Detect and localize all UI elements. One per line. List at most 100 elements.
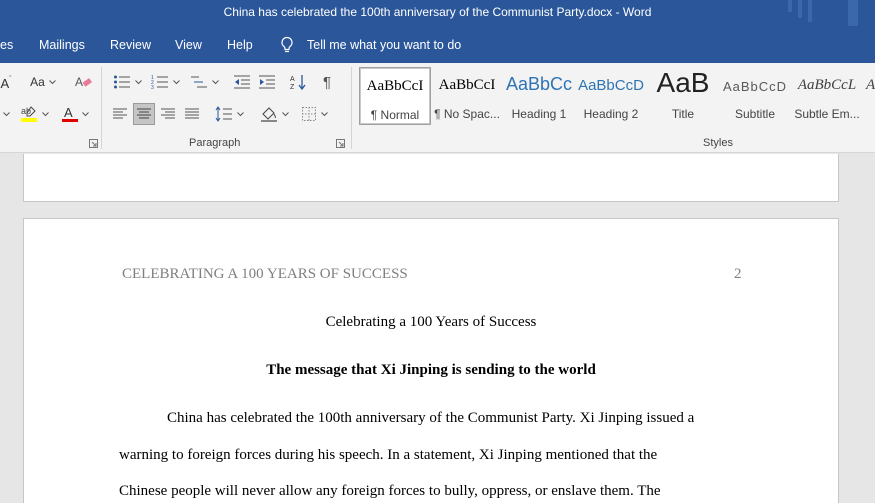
style-name: Heading 1 [511,107,567,121]
bullet-list-icon [113,75,130,89]
tab-review[interactable]: Review [110,38,151,52]
decrease-indent-icon [234,75,250,89]
titlebar-decoration [808,0,812,22]
word-window: China has celebrated the 100th anniversa… [0,0,875,503]
ribbon-tabs: es Mailings Review View Help Tell me wha… [0,26,875,63]
chevron-down-icon [211,79,219,84]
numbering-button[interactable]: 1 2 3 [149,71,181,93]
style-preview: AaBbCc [505,74,573,94]
font-dropdown-arrow[interactable] [0,103,12,125]
svg-text:3: 3 [151,85,154,90]
svg-text:Z: Z [290,84,295,91]
document-title[interactable]: Celebrating a 100 Years of Success [0,314,862,331]
grow-font-button[interactable]: Aˆ [0,72,12,94]
svg-text:A: A [64,105,73,120]
align-right-icon [161,108,175,119]
font-color-icon: A [62,105,78,122]
style-emphasis[interactable]: A [863,67,875,125]
chevron-down-icon [48,79,56,84]
paragraph-line[interactable]: China has celebrated the 100th anniversa… [167,410,694,427]
chevron-down-icon [82,111,89,116]
justify-icon [185,108,199,119]
multilevel-list-button[interactable] [188,71,220,93]
styles-group-label: Styles [703,137,733,149]
paragraph-dialog-launcher-icon[interactable] [336,139,345,148]
paragraph-line[interactable]: Chinese people will never allow any fore… [119,483,661,500]
change-case-label: Aa [30,75,45,89]
justify-button[interactable] [181,103,203,125]
titlebar-decoration [798,0,802,18]
multilevel-list-icon [190,76,207,88]
chevron-down-icon [320,111,328,116]
sort-button[interactable]: A Z [287,71,309,93]
paint-bucket-icon [261,107,277,122]
svg-text:A: A [290,76,295,83]
sort-icon: A Z [290,75,306,91]
running-head[interactable]: CELEBRATING A 100 YEARS OF SUCCESS [122,266,408,283]
paragraph-group-label: Paragraph [189,137,241,149]
style-no-spacing[interactable]: AaBbCcI ¶ No Spac... [431,67,503,125]
style-preview: A [866,77,875,93]
style-title[interactable]: AaB Title [647,67,719,125]
style-subtle-emphasis[interactable]: AaBbCcL Subtle Em... [791,67,863,125]
align-left-icon [113,108,127,119]
style-heading-1[interactable]: AaBbCc Heading 1 [503,67,575,125]
line-spacing-button[interactable] [213,103,245,125]
style-name: Subtle Em... [794,107,860,121]
style-name: Heading 2 [583,107,639,121]
numbered-list-icon: 1 2 3 [151,75,168,90]
titlebar-decoration [788,0,792,12]
style-preview: AaBbCcI [366,78,424,94]
chevron-down-icon [42,111,49,116]
style-heading-2[interactable]: AaBbCcD Heading 2 [575,67,647,125]
tell-me-search[interactable]: Tell me what you want to do [307,38,461,52]
chevron-down-icon [2,111,10,116]
tab-references[interactable]: es [0,38,13,52]
window-title: China has celebrated the 100th anniversa… [223,5,652,19]
svg-text:ab: ab [21,106,31,116]
style-name: Subtitle [734,107,776,121]
decrease-indent-button[interactable] [231,71,253,93]
style-name: ¶ No Spac... [434,107,500,121]
titlebar-decoration [848,0,858,26]
clear-formatting-button[interactable]: A [72,71,94,93]
group-separator [101,67,102,149]
style-name: ¶ Normal [370,108,420,122]
previous-page [23,154,839,202]
show-formatting-marks-button[interactable]: ¶ [316,71,338,93]
group-separator [351,67,352,149]
title-bar: China has celebrated the 100th anniversa… [0,0,875,26]
style-subtitle[interactable]: AaBbCcD Subtitle [719,67,791,125]
ribbon-home: Aˆ Aa A ab A 1 2 3 A Z ¶ Paragraph AaBbC… [0,63,875,153]
line-spacing-icon [215,106,232,122]
paragraph-line[interactable]: warning to foreign forces during his spe… [119,447,657,464]
font-color-button[interactable]: A [58,103,92,125]
lightbulb-icon[interactable] [279,36,295,54]
style-preview: AaB [656,67,710,98]
page-number[interactable]: 2 [734,266,742,283]
tab-view[interactable]: View [175,38,202,52]
align-center-button[interactable] [133,103,155,125]
eraser-icon: A [75,75,92,89]
style-preview: AaBbCcL [797,77,857,93]
document-subtitle[interactable]: The message that Xi Jinping is sending t… [0,362,862,379]
change-case-button[interactable]: Aa [26,71,60,93]
style-normal[interactable]: AaBbCcI ¶ Normal [359,67,431,125]
chevron-down-icon [236,111,244,116]
increase-indent-button[interactable] [256,71,278,93]
shading-button[interactable] [256,103,292,125]
chevron-down-icon [282,111,289,116]
align-left-button[interactable] [109,103,131,125]
tab-mailings[interactable]: Mailings [39,38,85,52]
tab-help[interactable]: Help [227,38,253,52]
style-preview: AaBbCcD [722,79,788,94]
style-name: Title [671,107,695,121]
align-right-button[interactable] [157,103,179,125]
style-preview: AaBbCcD [578,77,644,94]
bullets-button[interactable] [111,71,143,93]
style-preview: AaBbCcI [438,77,496,93]
font-dialog-launcher-icon[interactable] [89,139,98,148]
borders-button[interactable] [297,103,331,125]
text-highlight-button[interactable]: ab [16,103,52,125]
highlighter-icon: ab [21,106,37,122]
